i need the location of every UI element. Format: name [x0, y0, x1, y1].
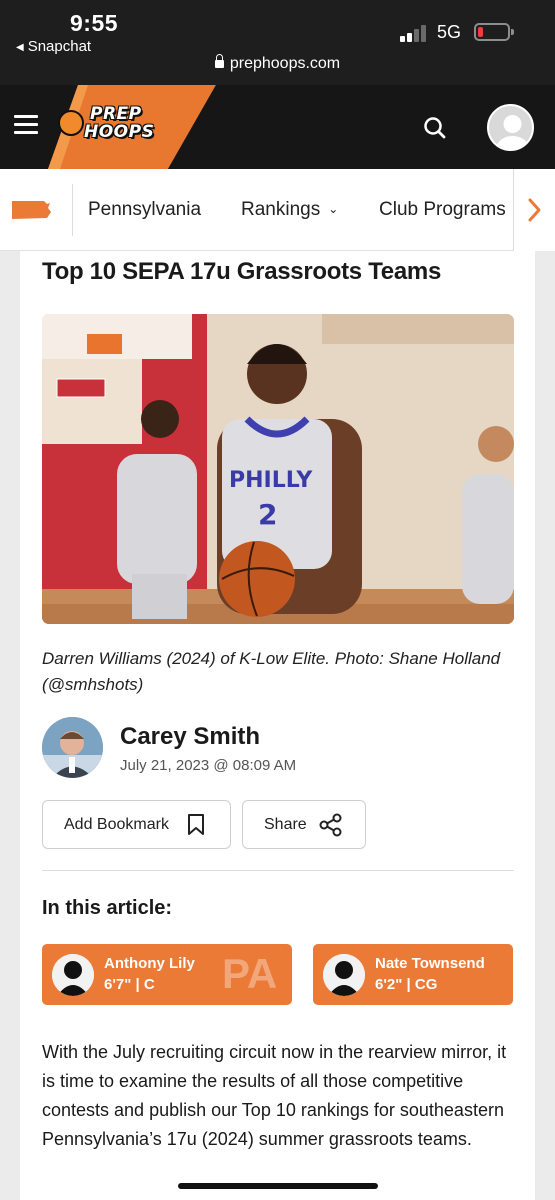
share-button[interactable]: Share [242, 800, 366, 849]
section-nav: Pennsylvania Rankings ⌄ Club Programs [0, 169, 555, 251]
author-avatar[interactable] [42, 717, 103, 778]
player-name: Nate Townsend [375, 955, 485, 972]
url-text: prephoops.com [229, 55, 341, 72]
prep-hoops-logo[interactable]: PREP HOOPS [48, 85, 218, 169]
article-hero-image: PHILLY 2 [42, 314, 514, 624]
share-label: Share [264, 816, 307, 833]
logo-line-1: PREP [90, 104, 142, 124]
pennsylvania-state-icon[interactable] [10, 199, 52, 221]
address-bar[interactable]: prephoops.com [0, 54, 555, 73]
status-bar: 9:55 ◀ Snapchat 5G prephoops.com [0, 0, 555, 85]
bookmark-icon [188, 814, 204, 835]
share-icon [319, 813, 342, 837]
home-indicator[interactable] [178, 1183, 378, 1189]
player-meta: 6'7" | C [104, 976, 155, 993]
network-label: 5G [437, 22, 462, 42]
player-silhouette-icon [323, 954, 365, 996]
nav-item-pennsylvania[interactable]: Pennsylvania [88, 199, 201, 221]
add-bookmark-label: Add Bookmark [64, 816, 169, 833]
lock-icon [214, 54, 224, 68]
page: 9:55 ◀ Snapchat 5G prephoops.com PREP HOO… [0, 0, 555, 1200]
photo-caption: Darren Williams (2024) of K-Low Elite. P… [42, 649, 501, 694]
player-card[interactable]: PA Anthony Lily 6'7" | C [42, 944, 292, 1005]
svg-text:2: 2 [258, 498, 277, 531]
user-silhouette-icon [496, 115, 529, 149]
publish-date: July 21, 2023 @ 08:09 AM [120, 757, 297, 774]
nav-item-rankings[interactable]: Rankings ⌄ [241, 199, 338, 221]
battery-icon [474, 23, 514, 41]
status-time: 9:55 [70, 10, 119, 36]
article-body-paragraph: With the July recruiting circuit now in … [42, 1042, 507, 1149]
svg-text:PHILLY: PHILLY [229, 468, 313, 493]
player-avatar [323, 954, 365, 996]
player-silhouette-icon [52, 954, 94, 996]
author-name[interactable]: Carey Smith [120, 723, 260, 751]
player-state-watermark: PA [222, 950, 278, 997]
nav-item-label: Pennsylvania [88, 199, 202, 220]
nav-divider [72, 184, 73, 236]
hamburger-menu-button[interactable] [14, 115, 38, 135]
nav-item-club-programs[interactable]: Club Programs [379, 199, 506, 221]
nav-item-label: Club Programs [379, 199, 506, 220]
player-avatar [52, 954, 94, 996]
signal-strength-icon [400, 22, 430, 42]
add-bookmark-button[interactable]: Add Bookmark [42, 800, 231, 849]
chevron-down-icon: ⌄ [328, 202, 339, 216]
section-divider [42, 870, 514, 871]
nav-item-label: Rankings [241, 199, 321, 220]
back-app-label: Snapchat [27, 38, 92, 55]
chevron-right-icon [528, 198, 541, 222]
author-photo [42, 717, 103, 778]
site-header: PREP HOOPS [0, 85, 555, 169]
in-this-article-heading: In this article: [42, 897, 173, 919]
player-meta: 6'2" | CG [375, 976, 438, 993]
back-arrow-icon: ◀ [16, 42, 24, 53]
basketball-player-photo: PHILLY 2 [42, 314, 514, 624]
user-avatar-button[interactable] [487, 104, 534, 151]
back-to-app-link[interactable]: ◀ Snapchat [16, 38, 91, 55]
search-button[interactable] [420, 113, 450, 143]
article-title: Top 10 SEPA 17u Grassroots Teams [42, 258, 441, 285]
logo-line-2: HOOPS [84, 122, 155, 142]
search-icon [424, 117, 446, 139]
player-name: Anthony Lily [104, 955, 195, 972]
nav-scroll-right-button[interactable] [513, 169, 555, 251]
player-card[interactable]: Nate Townsend 6'2" | CG [313, 944, 513, 1005]
